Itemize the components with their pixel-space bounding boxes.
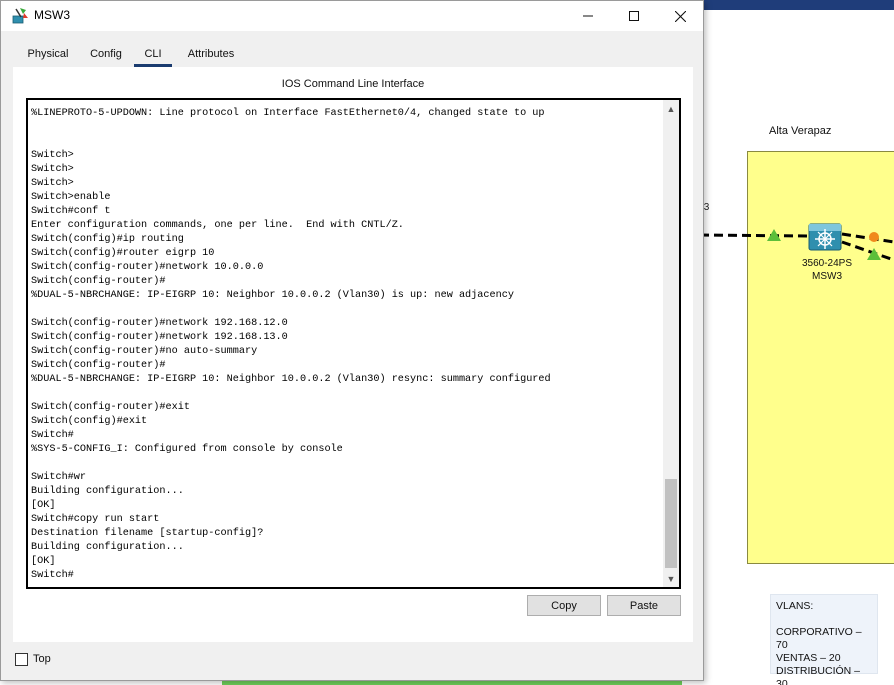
copy-button[interactable]: Copy <box>527 595 601 616</box>
workspace-top-bar <box>700 0 894 10</box>
minimize-icon <box>583 15 593 17</box>
terminal-line: Switch(config)#exit <box>31 416 148 427</box>
top-checkbox-label: Top <box>33 653 51 665</box>
switch-model-label: 3560-24PS <box>801 258 853 269</box>
terminal-line: Building configuration... <box>31 486 184 497</box>
switch-name-label: MSW3 <box>812 271 842 282</box>
vlan-note-heading: VLANS: <box>776 600 814 612</box>
area-label: Alta Verapaz <box>769 125 832 137</box>
terminal-line: [OK] <box>31 500 56 511</box>
packet-tracer-app-icon <box>12 8 28 24</box>
terminal-line: Destination filename [startup-config]? <box>31 528 264 539</box>
close-icon <box>674 10 686 22</box>
terminal-line: Switch(config-router)#network 192.168.13… <box>31 332 288 343</box>
terminal-line: Switch# <box>31 430 74 441</box>
terminal-line: %LINEPROTO-5-UPDOWN: Line protocol on In… <box>31 108 545 119</box>
terminal-line: Switch(config-router)#network 192.168.12… <box>31 318 288 329</box>
panel-title: IOS Command Line Interface <box>281 78 425 90</box>
cli-terminal[interactable]: %LINEPROTO-5-UPDOWN: Line protocol on In… <box>26 98 681 589</box>
terminal-line: Switch> <box>31 150 74 161</box>
link-pending-indicator <box>869 232 879 242</box>
paste-button[interactable]: Paste <box>607 595 681 616</box>
scroll-thumb[interactable] <box>665 479 677 568</box>
window-title: MSW3 <box>34 8 70 22</box>
cli-panel: IOS Command Line Interface %LINEPROTO-5-… <box>13 67 693 642</box>
terminal-output[interactable]: %LINEPROTO-5-UPDOWN: Line protocol on In… <box>31 107 661 585</box>
top-checkbox[interactable] <box>15 653 28 666</box>
minimize-button[interactable] <box>565 1 611 31</box>
terminal-line: %DUAL-5-NBRCHANGE: IP-EIGRP 10: Neighbor… <box>31 374 551 385</box>
link-right-top <box>841 232 894 244</box>
tab-attributes[interactable]: Attributes <box>177 41 245 67</box>
terminal-line: Switch#conf t <box>31 206 111 217</box>
title-bar[interactable]: MSW3 <box>1 1 703 31</box>
terminal-line: Switch(config-router)# <box>31 360 166 371</box>
terminal-line: %DUAL-5-NBRCHANGE: IP-EIGRP 10: Neighbor… <box>31 290 514 301</box>
terminal-line: %SYS-5-CONFIG_I: Configured from console… <box>31 444 343 455</box>
multilayer-switch-icon[interactable] <box>807 220 843 254</box>
screen: Alta Verapaz .3 3560-24PS MSW3 VLANS: CO… <box>0 0 894 685</box>
terminal-line: Switch> <box>31 164 74 175</box>
terminal-line: Switch#wr <box>31 472 87 483</box>
close-button[interactable] <box>657 1 703 31</box>
terminal-line: Switch(config-router)#exit <box>31 402 190 413</box>
terminal-line: Switch(config-router)#no auto-summary <box>31 346 258 357</box>
maximize-icon <box>629 11 639 21</box>
vlan-note-entry: VENTAS – 20 <box>776 652 841 664</box>
terminal-line: Switch>enable <box>31 192 111 203</box>
link-left <box>700 233 811 238</box>
terminal-line: Switch#copy run start <box>31 514 160 525</box>
tab-physical[interactable]: Physical <box>15 41 81 67</box>
terminal-line: Switch(config)#router eigrp 10 <box>31 248 215 259</box>
terminal-scrollbar[interactable]: ▲ ▼ <box>663 100 679 587</box>
terminal-line: Building configuration... <box>31 542 184 553</box>
terminal-line: Switch> <box>31 178 74 189</box>
terminal-line: Switch(config-router)#network 10.0.0.0 <box>31 262 264 273</box>
terminal-line: Enter configuration commands, one per li… <box>31 220 404 231</box>
terminal-line: Switch# <box>31 570 74 581</box>
terminal-line: Switch(config)#ip routing <box>31 234 184 245</box>
scroll-up-arrow-icon[interactable]: ▲ <box>663 100 679 117</box>
terminal-line: Switch(config-router)# <box>31 276 166 287</box>
terminal-line: [OK] <box>31 556 56 567</box>
device-window: MSW3 Physical Config CLI Attributes IOS … <box>0 0 704 681</box>
vlan-note[interactable]: VLANS: CORPORATIVO – 70 VENTAS – 20 DIST… <box>770 594 878 685</box>
vlan-note-entry: CORPORATIVO – 70 <box>776 626 862 651</box>
vlan-note-entry: DISTRIBUCIÓN – 30 <box>776 665 861 685</box>
scroll-down-arrow-icon[interactable]: ▼ <box>663 570 679 587</box>
maximize-button[interactable] <box>611 1 657 31</box>
tab-config[interactable]: Config <box>83 41 129 67</box>
